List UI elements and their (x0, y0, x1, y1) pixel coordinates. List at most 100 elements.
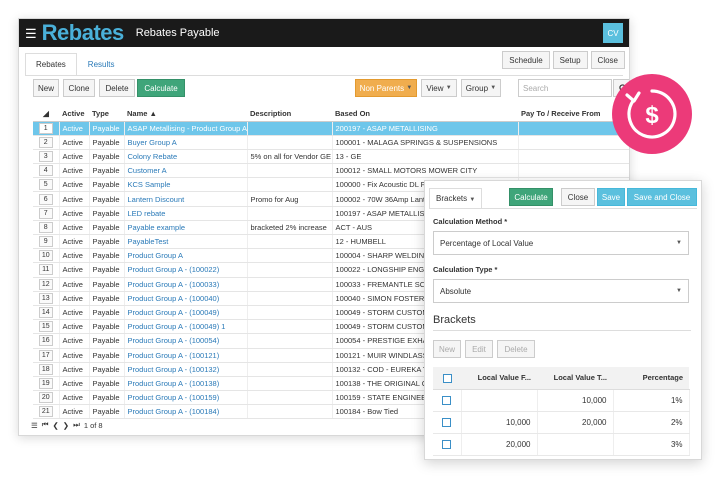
cell-active: Active (59, 191, 90, 207)
cell-name[interactable]: LED rebate (124, 206, 248, 221)
app-logo: Rebates (41, 20, 125, 45)
col-name[interactable]: Name ▲ (124, 107, 247, 122)
pager: ☰ ⏮ ❮ ❯ ⏭ 1 of 8 (31, 420, 103, 430)
table-row[interactable]: 4 Active Payable Customer A 100012 - SMALL M… (33, 163, 629, 179)
cell-name[interactable]: Payable example (124, 220, 248, 236)
next-page-icon[interactable]: ❯ (63, 421, 69, 430)
col-local-value-from[interactable]: Local Value F... (461, 367, 537, 390)
cell-type: Payable (89, 362, 125, 377)
cell-name[interactable]: Customer A (124, 163, 248, 179)
row-number: 16 (33, 333, 60, 349)
panel-calculate-button[interactable]: Calculate (509, 188, 553, 206)
bracket-checkbox[interactable] (433, 411, 462, 434)
cell-name[interactable]: KCS Sample (124, 177, 248, 193)
cell-name[interactable]: Product Group A (124, 248, 248, 264)
cell-description (247, 248, 333, 264)
cell-active: Active (59, 348, 90, 363)
chevron-down-icon: ▼ (676, 288, 682, 294)
bracket-percentage: 1% (613, 389, 690, 412)
tab-rebates[interactable]: Rebates (25, 53, 77, 76)
cell-type: Payable (89, 376, 125, 392)
cell-name[interactable]: Buyer Group A (124, 135, 248, 150)
non-parents-dropdown[interactable]: Non Parents ▼ (355, 79, 417, 97)
cell-name[interactable]: Product Group A - (100159) (124, 390, 248, 406)
col-type[interactable]: Type (89, 107, 124, 122)
row-number: 8 (33, 220, 60, 236)
sort-asc-icon: ▲ (149, 109, 157, 119)
row-number-label: 11 (38, 264, 53, 276)
bracket-checkbox[interactable] (433, 389, 462, 412)
col-description[interactable]: Description (247, 107, 332, 122)
cell-name[interactable]: Product Group A - (100054) (124, 333, 248, 349)
schedule-button[interactable]: Schedule (502, 51, 550, 69)
tab-results[interactable]: Results (77, 53, 126, 76)
bracket-edit-button[interactable]: Edit (465, 340, 493, 358)
bracket-from: 10,000 (461, 411, 538, 434)
delete-button[interactable]: Delete (99, 79, 135, 97)
row-number: 3 (33, 149, 60, 165)
cell-name[interactable]: Product Group A - (100049) 1 (124, 319, 248, 335)
cell-name[interactable]: Product Group A - (100138) (124, 376, 248, 392)
cell-name[interactable]: Product Group A - (100049) (124, 305, 248, 321)
last-page-icon[interactable]: ⏭ (73, 420, 80, 430)
new-button[interactable]: New (33, 79, 59, 97)
col-local-value-to[interactable]: Local Value T... (537, 367, 613, 390)
row-number: 15 (33, 319, 60, 335)
chevron-down-icon: ▼ (676, 240, 682, 246)
view-dropdown[interactable]: View ▼ (421, 79, 457, 97)
cell-name[interactable]: Colony Rebate (124, 149, 248, 165)
layers-icon[interactable]: ☰ (31, 421, 38, 430)
panel-close-button[interactable]: Close (561, 188, 595, 206)
cell-name[interactable]: Product Group A - (100132) (124, 362, 248, 377)
cell-name[interactable]: Product Group A - (100184) (124, 404, 248, 420)
calc-type-select[interactable]: Absolute ▼ (433, 279, 689, 303)
bracket-row[interactable]: 20,000 3% (433, 433, 690, 456)
search-input[interactable] (518, 79, 612, 97)
table-row[interactable]: 1 Active Payable ASAP Metallising - Product… (33, 121, 629, 136)
col-based-on[interactable]: Based On (332, 107, 518, 122)
calculate-button[interactable]: Calculate (137, 79, 185, 97)
cell-pay-to (518, 163, 629, 179)
cell-description (247, 206, 333, 221)
calc-method-select[interactable]: Percentage of Local Value ▼ (433, 231, 689, 255)
row-number: 9 (33, 234, 60, 250)
cell-name[interactable]: PayableTest (124, 234, 248, 250)
setup-button[interactable]: Setup (552, 51, 588, 69)
col-active[interactable]: Active (59, 107, 89, 122)
bracket-from (461, 389, 538, 412)
cell-name[interactable]: Product Group A - (100033) (124, 277, 248, 292)
cell-type: Payable (89, 291, 125, 306)
col-percentage[interactable]: Percentage (613, 367, 689, 390)
bracket-new-button[interactable]: New (433, 340, 461, 358)
bracket-row[interactable]: 10,000 1% (433, 389, 690, 412)
first-page-icon[interactable]: ⏮ (42, 420, 49, 430)
tab-brackets[interactable]: Brackets ▼ (429, 188, 483, 209)
prev-page-icon[interactable]: ❮ (52, 421, 58, 430)
row-number-label: 6 (38, 193, 53, 205)
bracket-delete-button[interactable]: Delete (497, 340, 535, 358)
save-and-close-button[interactable]: Save and Close (627, 188, 697, 206)
cell-active: Active (59, 333, 90, 349)
menu-icon[interactable]: ☰ (25, 27, 37, 40)
cell-name[interactable]: Product Group A - (100121) (124, 348, 248, 363)
row-number: 13 (33, 291, 60, 306)
cell-based-on: 13 - GE (332, 149, 519, 165)
cell-name[interactable]: ASAP Metallising - Product Group A (124, 121, 248, 136)
clone-button[interactable]: Clone (63, 79, 95, 97)
user-avatar[interactable]: CV (603, 23, 623, 43)
close-button[interactable]: Close (590, 51, 625, 69)
cell-name[interactable]: Product Group A - (100022) (124, 262, 248, 278)
cell-active: Active (59, 149, 90, 165)
cell-name[interactable]: Lantern Discount (124, 191, 248, 207)
cell-active: Active (59, 177, 90, 193)
bracket-row[interactable]: 10,000 20,000 2% (433, 411, 690, 434)
select-all-checkbox[interactable] (433, 367, 461, 390)
cell-name[interactable]: Product Group A - (100040) (124, 291, 248, 306)
group-dropdown[interactable]: Group ▼ (461, 79, 501, 97)
table-row[interactable]: 3 Active Payable Colony Rebate 5% on all for… (33, 149, 629, 165)
sort-icon[interactable]: ◢ (33, 107, 59, 122)
panel-save-button[interactable]: Save (597, 188, 625, 206)
table-row[interactable]: 2 Active Payable Buyer Group A 100001 - MALA… (33, 135, 629, 150)
cell-active: Active (59, 248, 90, 264)
bracket-checkbox[interactable] (433, 433, 462, 456)
